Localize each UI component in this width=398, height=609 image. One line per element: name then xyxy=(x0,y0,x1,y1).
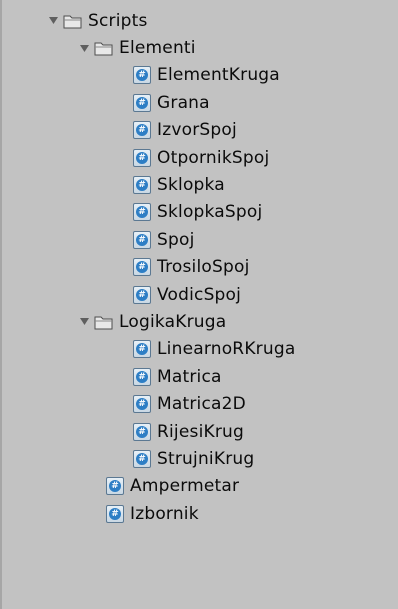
csharp-script-icon: # xyxy=(133,148,151,167)
script-label: SklopkaSpoj xyxy=(157,202,263,223)
script-label: ElementKruga xyxy=(157,65,280,86)
script-row-izbornik[interactable]: # Izbornik xyxy=(0,500,398,527)
script-row-rijesikrug[interactable]: # RijesiKrug xyxy=(0,418,398,445)
csharp-script-icon: # xyxy=(133,121,151,140)
csharp-script-icon: # xyxy=(133,285,151,304)
script-row-grana[interactable]: # Grana xyxy=(0,89,398,116)
script-row-matrica2d[interactable]: # Matrica2D xyxy=(0,390,398,417)
expand-arrow-icon[interactable] xyxy=(48,15,59,26)
csharp-script-icon: # xyxy=(133,422,151,441)
folder-row-logikakruga[interactable]: LogikaKruga xyxy=(0,308,398,335)
csharp-script-icon: # xyxy=(133,395,151,414)
csharp-script-icon: # xyxy=(133,66,151,85)
script-row-spoj[interactable]: # Spoj xyxy=(0,226,398,253)
expand-arrow-icon[interactable] xyxy=(79,316,90,327)
csharp-script-icon: # xyxy=(133,258,151,277)
script-row-linearnorkruga[interactable]: # LinearnoRKruga xyxy=(0,336,398,363)
folder-label: LogikaKruga xyxy=(119,311,227,332)
expand-arrow-icon[interactable] xyxy=(79,43,90,54)
folder-icon xyxy=(94,314,113,330)
csharp-script-icon: # xyxy=(106,504,124,523)
script-row-elementkruga[interactable]: # ElementKruga xyxy=(0,62,398,89)
script-row-matrica[interactable]: # Matrica xyxy=(0,363,398,390)
folder-row-scripts[interactable]: Scripts xyxy=(0,7,398,34)
script-row-vodicspoj[interactable]: # VodicSpoj xyxy=(0,281,398,308)
script-label: IzvorSpoj xyxy=(157,120,237,141)
script-label: StrujniKrug xyxy=(157,448,255,469)
script-label: Sklopka xyxy=(157,175,225,196)
script-label: TrosiloSpoj xyxy=(157,257,250,278)
script-label: Izbornik xyxy=(130,503,199,524)
folder-icon xyxy=(63,13,82,29)
script-row-strujnikrug[interactable]: # StrujniKrug xyxy=(0,445,398,472)
script-row-trosilospoj[interactable]: # TrosiloSpoj xyxy=(0,254,398,281)
script-label: RijesiKrug xyxy=(157,421,244,442)
project-tree: Scripts Elementi # ElementKruga # Grana … xyxy=(0,7,398,527)
script-label: OtpornikSpoj xyxy=(157,147,270,168)
csharp-script-icon: # xyxy=(133,93,151,112)
script-label: Grana xyxy=(157,92,210,113)
script-row-izvorspoj[interactable]: # IzvorSpoj xyxy=(0,117,398,144)
script-row-sklopka[interactable]: # Sklopka xyxy=(0,171,398,198)
folder-icon xyxy=(94,40,113,56)
csharp-script-icon: # xyxy=(106,477,124,496)
script-label: VodicSpoj xyxy=(157,284,242,305)
script-row-ampermetar[interactable]: # Ampermetar xyxy=(0,473,398,500)
project-panel: Scripts Elementi # ElementKruga # Grana … xyxy=(0,0,398,609)
script-label: Matrica xyxy=(157,366,222,387)
csharp-script-icon: # xyxy=(133,230,151,249)
script-row-otpornikspoj[interactable]: # OtpornikSpoj xyxy=(0,144,398,171)
csharp-script-icon: # xyxy=(133,449,151,468)
csharp-script-icon: # xyxy=(133,340,151,359)
folder-label: Scripts xyxy=(88,10,148,31)
script-row-sklopkaspoj[interactable]: # SklopkaSpoj xyxy=(0,199,398,226)
csharp-script-icon: # xyxy=(133,176,151,195)
folder-label: Elementi xyxy=(119,38,196,59)
script-label: LinearnoRKruga xyxy=(157,339,296,360)
folder-row-elementi[interactable]: Elementi xyxy=(0,34,398,61)
script-label: Spoj xyxy=(157,229,195,250)
csharp-script-icon: # xyxy=(133,203,151,222)
script-label: Ampermetar xyxy=(130,476,240,497)
script-label: Matrica2D xyxy=(157,394,246,415)
csharp-script-icon: # xyxy=(133,367,151,386)
